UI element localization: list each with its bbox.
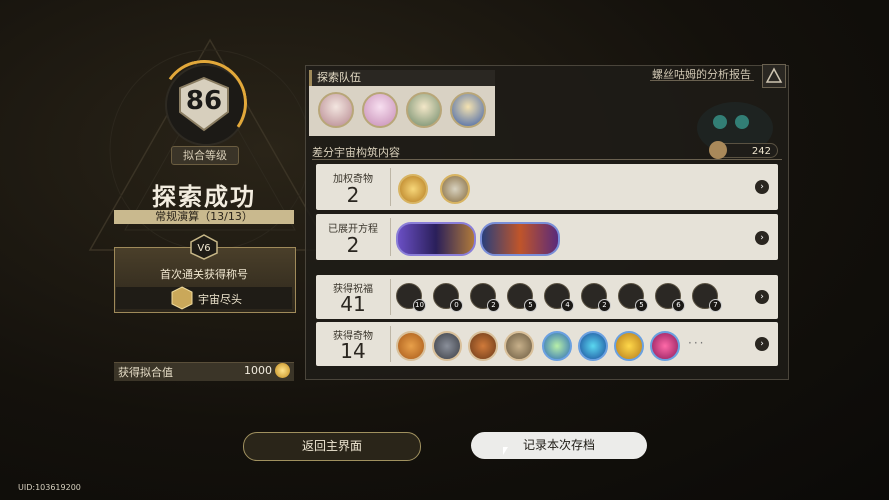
weighted-curios-count: 2 (346, 183, 360, 207)
equation-icon[interactable] (396, 222, 476, 256)
equations-count: 2 (346, 233, 360, 257)
curio-icon[interactable] (578, 331, 608, 361)
equation-icon[interactable] (480, 222, 560, 256)
blessing-count-badge: 10 (413, 299, 426, 312)
character-avatar-3[interactable] (406, 92, 442, 128)
row-divider (390, 279, 391, 315)
blessing-count-badge: 0 (450, 299, 463, 312)
row-arrow-icon[interactable]: › (755, 290, 769, 304)
report-underline (650, 80, 754, 81)
points-label: 获得拟合值 (118, 366, 173, 379)
row-arrow-icon[interactable]: › (755, 337, 769, 351)
curio-icon[interactable] (542, 331, 572, 361)
section-separator (316, 265, 778, 271)
row-divider (390, 168, 391, 206)
blessing-count-badge: 6 (672, 299, 685, 312)
curio-icon[interactable] (396, 331, 426, 361)
difficulty-badge-icon: V6 (190, 234, 218, 260)
curio-icon[interactable] (432, 331, 462, 361)
construct-count-icon (709, 141, 727, 159)
mode-label: 常规演算（13/13） (114, 210, 294, 224)
difficulty-badge-text: V6 (197, 243, 210, 254)
more-indicator: ··· (688, 336, 706, 350)
return-main-button[interactable]: 返回主界面 (243, 432, 421, 461)
blessing-count-badge: 5 (524, 299, 537, 312)
curios-count: 14 (340, 339, 366, 363)
curio-icon[interactable] (650, 331, 680, 361)
blessing-count-badge: 4 (561, 299, 574, 312)
curio-icon[interactable] (504, 331, 534, 361)
character-avatar-1[interactable] (318, 92, 354, 128)
points-value: 1000 (244, 364, 272, 377)
row-arrow-icon[interactable]: › (755, 231, 769, 245)
mouse-cursor (503, 447, 508, 455)
character-avatar-2[interactable] (362, 92, 398, 128)
curio-icon[interactable] (440, 174, 470, 204)
row-arrow-icon[interactable]: › (755, 180, 769, 194)
coin-icon (275, 363, 290, 378)
curio-icon[interactable] (398, 174, 428, 204)
level-label: 拟合等级 (171, 146, 239, 165)
reward-title-text: 宇宙尽头 (198, 293, 242, 306)
level-value: 86 (185, 86, 223, 116)
curio-icon[interactable] (614, 331, 644, 361)
row-divider (390, 326, 391, 362)
title-emblem-icon (171, 286, 193, 310)
blessings-count: 41 (340, 292, 366, 316)
first-clear-title: 首次通关获得称号 (160, 268, 248, 281)
blessing-count-badge: 2 (487, 299, 500, 312)
report-icon[interactable] (762, 64, 786, 88)
curio-icon[interactable] (468, 331, 498, 361)
result-title: 探索成功 (152, 183, 256, 211)
row-divider (390, 218, 391, 256)
blessing-count-badge: 7 (709, 299, 722, 312)
save-record-button[interactable]: 记录本次存档 (471, 432, 647, 459)
character-avatar-4[interactable] (450, 92, 486, 128)
uid-label: UID:103619200 (18, 483, 81, 492)
blessing-count-badge: 2 (598, 299, 611, 312)
team-label: 探索队伍 (309, 70, 495, 86)
blessing-count-badge: 5 (635, 299, 648, 312)
